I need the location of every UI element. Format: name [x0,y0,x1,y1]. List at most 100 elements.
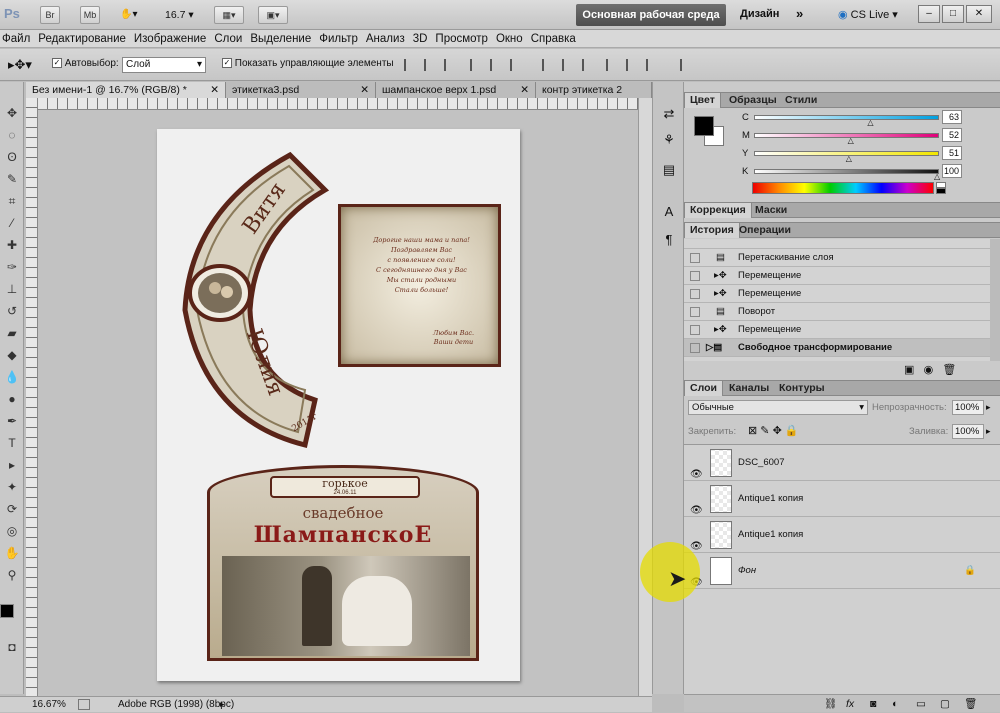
opacity-input[interactable]: 100% [952,400,984,415]
hand-tool-icon[interactable]: ✋▾ [120,9,137,20]
magenta-value[interactable]: 52 [942,128,962,142]
tab-close-icon[interactable]: ✕ [210,82,219,98]
history-snapshot-box[interactable] [690,325,700,335]
align-bottom-icon[interactable] [444,59,458,71]
tab-actions[interactable]: Операции [734,223,796,238]
menu-view[interactable]: Просмотр [433,30,494,48]
brush-panel-icon[interactable]: ▤ [659,160,679,180]
clone-stamp-tool-icon[interactable]: ⊥ [3,280,21,298]
champagne-main-label[interactable]: горькое 24.06.11 свадебное ШампанскоЕ [207,465,479,661]
history-snapshot-box[interactable] [690,253,700,263]
layer-row[interactable]: 👁 Antique1 копия [684,481,1000,517]
screen-mode-button[interactable]: ▣▾ [258,6,288,24]
layer-row[interactable]: 👁 Antique1 копия [684,517,1000,553]
lock-transparency-icon[interactable]: ⊠ [748,425,757,437]
slider-thumb-k[interactable]: △ [934,172,940,181]
brush-tool-icon[interactable]: ✑ [3,258,21,276]
tab-masks[interactable]: Маски [750,203,792,218]
opacity-slider-arrow-icon[interactable]: ▸ [986,402,991,413]
tab-paths[interactable]: Контуры [774,381,830,396]
collar-label-artwork[interactable] [165,150,335,450]
adjustment-layer-icon[interactable]: ◐ [892,695,898,713]
distribute-hcenter-icon[interactable] [626,59,640,71]
zoom-level-dropdown[interactable]: 16.7 ▾ [165,9,194,21]
auto-align-layers-icon[interactable] [680,59,694,71]
history-item[interactable] [684,239,990,249]
history-snapshot-box[interactable] [690,343,700,353]
align-vcenter-icon[interactable] [424,59,438,71]
move-tool-icon[interactable]: ✥ [3,104,21,122]
tab-swatches[interactable]: Образцы [724,93,782,108]
spectrum-black-swatch[interactable] [936,188,946,194]
quick-select-tool-icon[interactable]: ✎ [3,170,21,188]
menu-analysis[interactable]: Анализ [364,30,411,48]
tab-close-icon[interactable]: ✕ [360,82,369,98]
menu-file[interactable]: Файл [0,30,36,48]
link-layers-icon[interactable]: ⛓ [824,695,837,713]
eyedropper-tool-icon[interactable]: ⁄ [3,214,21,232]
menu-image[interactable]: Изображение [132,30,212,48]
tab-document-champagne-top[interactable]: шампанское верх 1.psd ✕ [376,82,536,98]
history-snapshot-box[interactable] [690,289,700,299]
distribute-left-icon[interactable] [606,59,620,71]
tab-close-icon[interactable]: ✕ [520,82,529,98]
type-tool-icon[interactable]: T [3,434,21,452]
layer-name[interactable]: Antique1 копия [738,481,803,517]
tab-channels[interactable]: Каналы [724,381,774,396]
pen-tool-icon[interactable]: ✒ [3,412,21,430]
eraser-tool-icon[interactable]: ▰ [3,324,21,342]
history-item[interactable]: ▤ Поворот [684,303,990,321]
tab-document-etiketka3[interactable]: этикетка3.psd ✕ [226,82,376,98]
status-zoom[interactable]: 16.67% [32,697,66,712]
history-item[interactable]: ▸✥ Перемещение [684,267,990,285]
fill-input[interactable]: 100% [952,424,984,439]
more-workspaces-button[interactable]: » [796,6,803,21]
autoselect-checkbox[interactable]: ✓ Автовыбор: [52,58,119,69]
bridge-button[interactable]: Br [40,6,60,24]
distribute-bottom-icon[interactable] [582,59,596,71]
3d-orbit-tool-icon[interactable]: ◎ [3,522,21,540]
new-snapshot-icon[interactable]: ◉ [924,364,934,376]
add-mask-icon[interactable]: ◙ [870,695,876,713]
cs-live-button[interactable]: ◉ CS Live ▾ [838,8,898,21]
align-top-icon[interactable] [404,59,418,71]
character-panel-icon[interactable]: A [659,202,679,222]
history-scrollbar[interactable] [990,239,1000,361]
close-icon[interactable]: ✕ [966,5,992,23]
tab-layers[interactable]: Слои [684,381,723,396]
layer-name[interactable]: Фон [738,553,756,589]
color-foreground-swatch[interactable] [694,116,714,136]
align-hcenter-icon[interactable] [490,59,504,71]
history-panel-icon[interactable]: ⇄ [659,104,679,124]
menu-layers[interactable]: Слои [212,30,248,48]
yellow-value[interactable]: 51 [942,146,962,160]
history-state-pointer-icon[interactable]: ▷▤ [706,339,722,357]
layer-name[interactable]: DSC_6007 [738,445,784,481]
slider-thumb-m[interactable]: △ [848,136,854,145]
tab-document-untitled[interactable]: Без имени-1 @ 16.7% (RGB/8) * ✕ [26,82,226,98]
menu-help[interactable]: Справка [529,30,582,48]
layer-style-fx-icon[interactable]: fx [846,695,854,713]
minimize-icon[interactable]: – [918,5,940,23]
fill-slider-arrow-icon[interactable]: ▸ [986,426,991,437]
align-right-icon[interactable] [510,59,524,71]
lock-position-icon[interactable]: ✥ [773,425,782,437]
shape-tool-icon[interactable]: ✦ [3,478,21,496]
magenta-slider[interactable] [754,133,939,138]
menu-3d[interactable]: 3D [411,30,434,48]
mini-bridge-button[interactable]: Mb [80,6,100,24]
dodge-tool-icon[interactable]: ● [3,390,21,408]
history-item[interactable]: ▤ Перетаскивание слоя [684,249,990,267]
quick-mask-icon[interactable]: ◘ [3,638,21,656]
paragraph-panel-icon[interactable]: ¶ [659,230,679,250]
menu-edit[interactable]: Редактирование [36,30,132,48]
zoom-tool-icon[interactable]: ⚲ [3,566,21,584]
layer-row-background[interactable]: 👁 Фон 🔒 [684,553,1000,589]
healing-brush-tool-icon[interactable]: ✚ [3,236,21,254]
path-selection-tool-icon[interactable]: ▸ [3,456,21,474]
layer-name[interactable]: Antique1 копия [738,517,803,553]
color-spectrum-bar[interactable] [752,182,934,194]
black-value[interactable]: 100 [942,164,962,178]
lock-all-icon[interactable]: 🔒 [785,425,799,437]
tab-document-back-label[interactable]: контр этикетка 2 [536,82,652,98]
